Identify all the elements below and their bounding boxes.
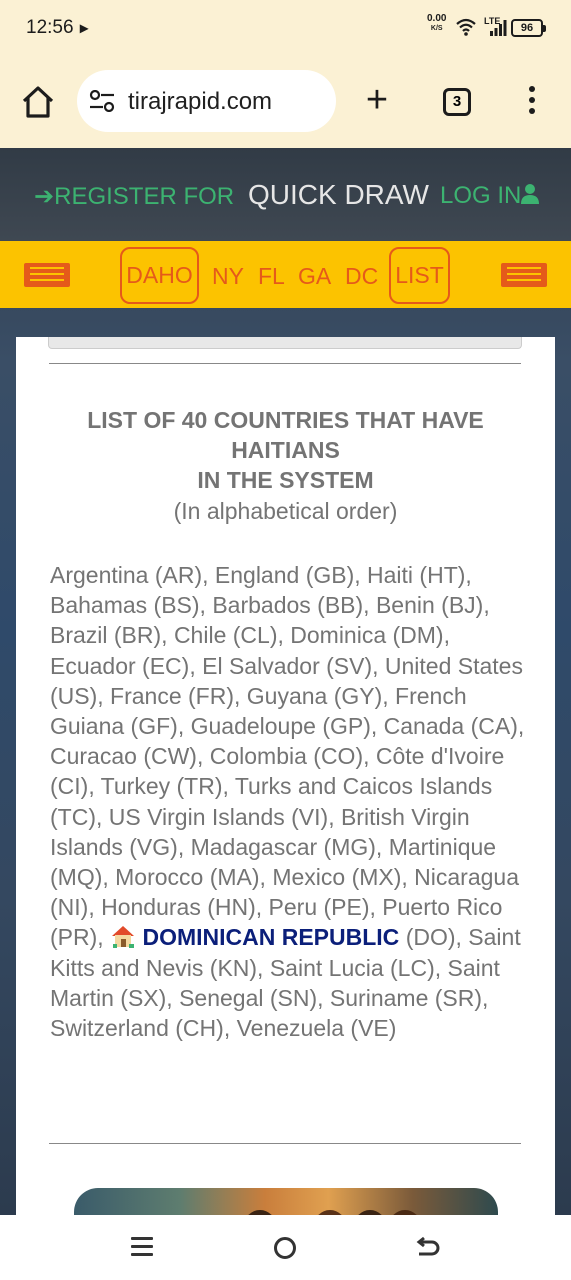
plus-icon[interactable]: + (362, 81, 392, 119)
network-speed-unit: K/S (430, 25, 443, 32)
highlighted-country: DOMINICAN REPUBLIC (142, 924, 400, 951)
login-link[interactable]: LOG IN (440, 182, 540, 210)
system-nav-bar (0, 1215, 571, 1280)
home-nav-icon[interactable] (274, 1237, 296, 1259)
user-icon (521, 184, 540, 204)
divider (49, 1143, 521, 1144)
battery-icon: 96 (511, 19, 546, 37)
network-speed: 0.00 K/S (427, 14, 446, 34)
page-heading: LIST OF 40 COUNTRIES THAT HAVE HAITIANS … (66, 405, 505, 495)
country-list-part-1: Argentina (AR), England (GB), Haiti (HT)… (50, 562, 525, 951)
register-link[interactable]: ➔REGISTER FOR (34, 182, 234, 211)
heading-line-2: HAITIANS (231, 437, 340, 463)
status-bar: 12:56 ▸ 0.00 K/S LTE 96 (0, 0, 571, 58)
web-content: ➔REGISTER FOR QUICK DRAW LOG IN DAHO NY … (0, 148, 571, 1215)
heading-line-3: IN THE SYSTEM (197, 467, 374, 493)
page-subheading: (In alphabetical order) (173, 498, 398, 524)
state-tab-daho[interactable]: DAHO (120, 247, 199, 304)
wifi-icon (456, 18, 476, 36)
state-tab-ga[interactable]: GA (298, 263, 331, 290)
content-card: LIST OF 40 COUNTRIES THAT HAVE HAITIANS … (16, 337, 555, 1215)
network-speed-value: 0.00 (427, 13, 447, 24)
tune-icon[interactable] (89, 90, 115, 112)
url-text[interactable]: tirajrapid.com (128, 88, 272, 116)
sign-in-icon: ➔ (34, 183, 55, 210)
status-time: 12:56 (26, 17, 74, 38)
login-label: LOG IN (440, 182, 522, 209)
recents-icon[interactable] (131, 1237, 153, 1257)
home-icon[interactable] (20, 84, 56, 120)
hamburger-menu-icon[interactable] (24, 263, 70, 287)
tab-switcher-button[interactable]: 3 (443, 88, 471, 116)
address-bar[interactable]: tirajrapid.com (77, 70, 336, 132)
back-icon[interactable] (415, 1236, 441, 1260)
state-nav-bar: DAHO NY FL GA DC LIST (0, 241, 571, 308)
hamburger-menu-icon[interactable] (501, 263, 547, 287)
signal-icon (490, 20, 507, 36)
house-icon (112, 926, 135, 949)
state-tab-dc[interactable]: DC (345, 263, 378, 290)
more-vert-icon[interactable] (526, 86, 538, 118)
notification-icon: ▸ (80, 20, 89, 37)
illustration-image (74, 1188, 498, 1215)
heading-line-1: LIST OF 40 COUNTRIES THAT HAVE (87, 407, 484, 433)
divider (49, 363, 521, 364)
register-label: REGISTER FOR (54, 183, 235, 210)
site-top-nav: ➔REGISTER FOR QUICK DRAW LOG IN (0, 148, 571, 241)
state-tab-fl[interactable]: FL (258, 263, 285, 290)
state-tab-list[interactable]: LIST (389, 247, 450, 304)
country-list: Argentina (AR), England (GB), Haiti (HT)… (50, 560, 530, 1043)
card-element-edge (48, 337, 522, 349)
browser-toolbar: tirajrapid.com + 3 (0, 58, 571, 148)
state-tab-ny[interactable]: NY (212, 263, 244, 290)
site-title: QUICK DRAW (248, 179, 429, 210)
